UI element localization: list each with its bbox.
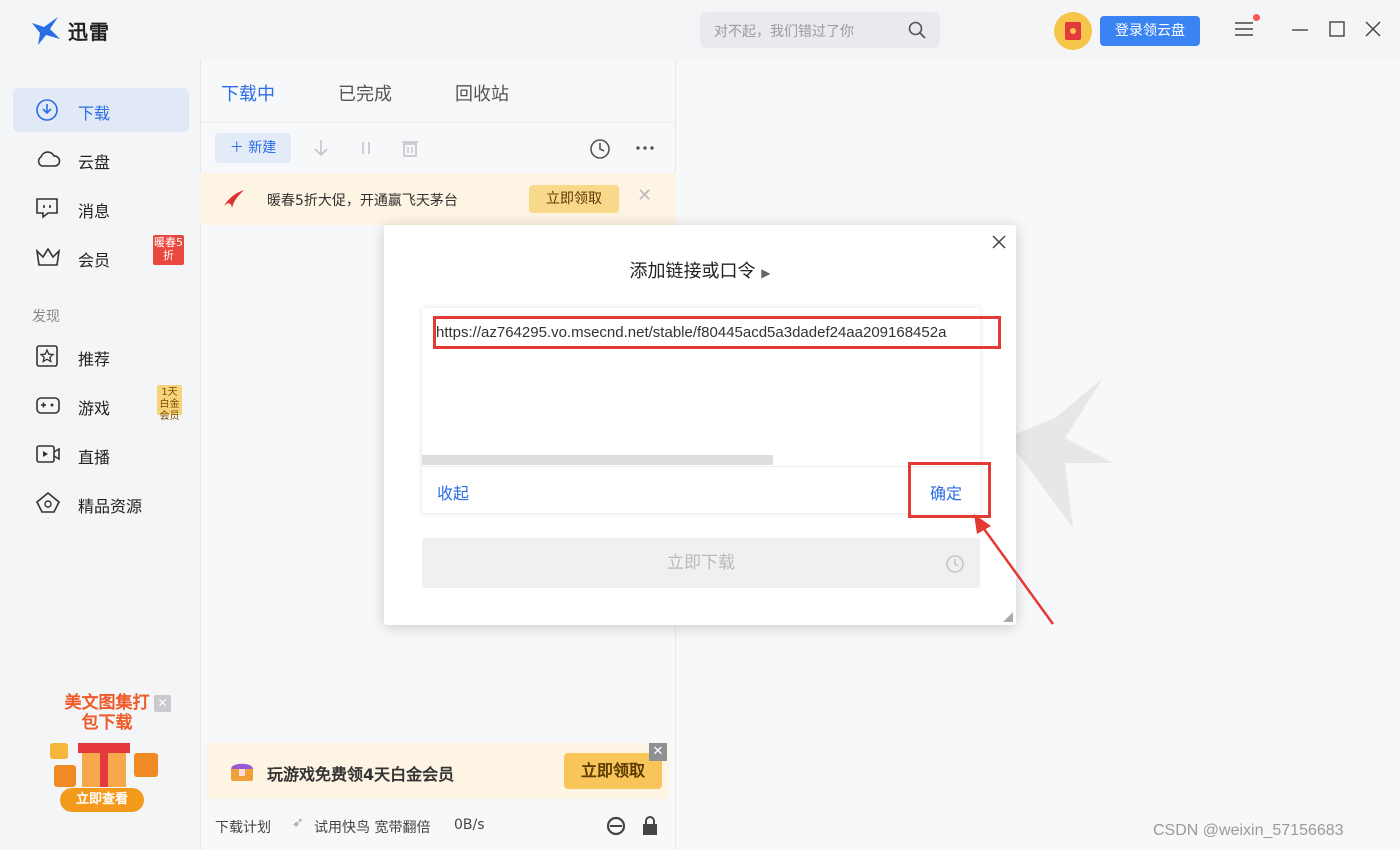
- pause-icon[interactable]: [356, 138, 376, 158]
- close-window-icon[interactable]: [1363, 18, 1383, 40]
- download-now-button[interactable]: 立即下载: [422, 538, 980, 588]
- sidebar-item-recommend[interactable]: 推荐: [13, 334, 189, 378]
- treasure-chest-icon: [231, 763, 253, 781]
- plus-icon: ＋: [229, 140, 244, 156]
- sidebar-item-label: 精品资源: [78, 497, 143, 516]
- promo-close-button[interactable]: ✕: [154, 695, 171, 712]
- history-icon[interactable]: [589, 138, 611, 160]
- sidebar-item-cloud[interactable]: 云盘: [13, 137, 189, 181]
- new-task-label: 新建: [248, 140, 277, 156]
- sidebar-item-live[interactable]: 直播: [13, 432, 189, 476]
- bottom-promo-close[interactable]: ✕: [649, 743, 667, 761]
- sidebar-item-label: 云盘: [78, 153, 111, 172]
- thunder-bird-icon: [32, 16, 60, 45]
- sidebar-item-download[interactable]: 下载: [13, 88, 189, 132]
- sidebar-promo-card[interactable]: 美文图集打包下载 立即查看: [40, 693, 170, 818]
- search-icon[interactable]: [908, 21, 926, 39]
- annotation-arrow-icon: [974, 514, 1055, 625]
- status-bar: 下载计划 ➶ 试用快鸟 宽带翻倍 0B/s: [200, 810, 676, 842]
- maximize-icon[interactable]: [1327, 18, 1347, 40]
- search-input[interactable]: 对不起，我们错过了你: [700, 12, 940, 48]
- dialog-close-icon[interactable]: [992, 235, 1006, 249]
- thunder-watermark-icon: [1005, 378, 1113, 528]
- browser-icon[interactable]: [605, 815, 627, 837]
- schedule-icon[interactable]: [944, 552, 966, 574]
- sidebar-item-games[interactable]: 游戏 1天白金会员: [13, 383, 189, 427]
- diamond-icon: [35, 491, 61, 513]
- trial-speedup-link[interactable]: 试用快鸟 宽带翻倍: [314, 817, 430, 837]
- delete-icon[interactable]: [400, 138, 420, 158]
- sidebar-item-vip[interactable]: 会员 暖春5折: [13, 235, 189, 279]
- bottom-promo-text: 玩游戏免费领4天白金会员: [267, 765, 455, 784]
- cloud-icon: [37, 151, 61, 167]
- tab-recycle-bin[interactable]: 回收站: [455, 80, 509, 106]
- divider: [422, 466, 980, 467]
- sidebar-item-label: 下载: [78, 104, 111, 123]
- tab-downloading[interactable]: 下载中: [221, 80, 275, 106]
- lock-icon[interactable]: [640, 815, 660, 837]
- bottom-promo-banner[interactable]: 玩游戏免费领4天白金会员 立即领取: [207, 743, 669, 799]
- sidebar-item-label: 消息: [78, 202, 111, 221]
- add-link-dialog: 添加链接或口令 ▶ https://az764295.vo.msecnd.net…: [384, 225, 1016, 625]
- url-highlight-box: [433, 316, 1001, 349]
- csdn-watermark: CSDN @weixin_57156683: [1153, 822, 1344, 839]
- app-logo: 迅雷: [30, 16, 110, 45]
- bottom-promo-claim-button[interactable]: 立即领取: [564, 753, 662, 789]
- new-task-button[interactable]: ＋ 新建: [215, 133, 291, 163]
- more-icon[interactable]: [635, 138, 655, 158]
- star-icon: [36, 345, 58, 367]
- divider: [200, 122, 676, 123]
- minimize-icon[interactable]: [1290, 18, 1310, 40]
- sidebar-item-resources[interactable]: 精品资源: [13, 481, 189, 525]
- login-button[interactable]: 登录领云盘: [1100, 16, 1200, 46]
- airline-logo-icon: [224, 190, 244, 208]
- games-promo-badge: 1天白金会员: [157, 385, 182, 422]
- gamepad-icon: [36, 397, 60, 414]
- discover-section-label: 发现: [32, 309, 60, 325]
- tab-completed[interactable]: 已完成: [338, 80, 392, 106]
- crown-icon: [35, 247, 61, 266]
- message-icon: [36, 198, 58, 219]
- search-placeholder: 对不起，我们错过了你: [714, 24, 854, 40]
- promo-banner-text: 暖春5折大促，开通赢飞天茅台: [267, 193, 458, 209]
- dialog-title[interactable]: 添加链接或口令 ▶: [384, 257, 1016, 283]
- download-icon: [36, 99, 58, 121]
- app-name: 迅雷: [68, 20, 110, 44]
- sidebar-item-label: 推荐: [78, 350, 111, 369]
- menu-icon[interactable]: [1233, 18, 1255, 40]
- collapse-link[interactable]: 收起: [437, 480, 469, 504]
- horizontal-scrollbar[interactable]: [422, 455, 773, 465]
- notification-dot: [1253, 14, 1260, 21]
- promo-claim-button[interactable]: 立即领取: [529, 185, 619, 213]
- expand-arrow-icon: ▶: [761, 266, 771, 280]
- speedup-icon: ➶: [292, 815, 304, 831]
- promo-banner-close[interactable]: ✕: [637, 185, 652, 206]
- vip-promo-badge: 暖春5折: [153, 235, 184, 265]
- download-plan-link[interactable]: 下载计划: [215, 817, 271, 837]
- video-icon: [36, 445, 60, 463]
- download-speed: 0B/s: [454, 817, 485, 833]
- sidebar-item-label: 会员: [78, 251, 111, 270]
- download-now-label: 立即下载: [667, 553, 735, 573]
- promo-title: 美文图集打包下载: [64, 693, 150, 733]
- sidebar-item-label: 直播: [78, 448, 111, 467]
- gift-icon[interactable]: [1054, 12, 1092, 50]
- sidebar-item-label: 游戏: [78, 399, 111, 418]
- start-download-icon[interactable]: [311, 138, 331, 158]
- promo-view-button[interactable]: 立即查看: [60, 788, 144, 812]
- sidebar-item-messages[interactable]: 消息: [13, 186, 189, 230]
- promo-banner[interactable]: 暖春5折大促，开通赢飞天茅台 立即领取 ✕: [200, 173, 676, 225]
- dialog-title-text: 添加链接或口令: [629, 261, 756, 282]
- gift-box-icon: [50, 743, 158, 787]
